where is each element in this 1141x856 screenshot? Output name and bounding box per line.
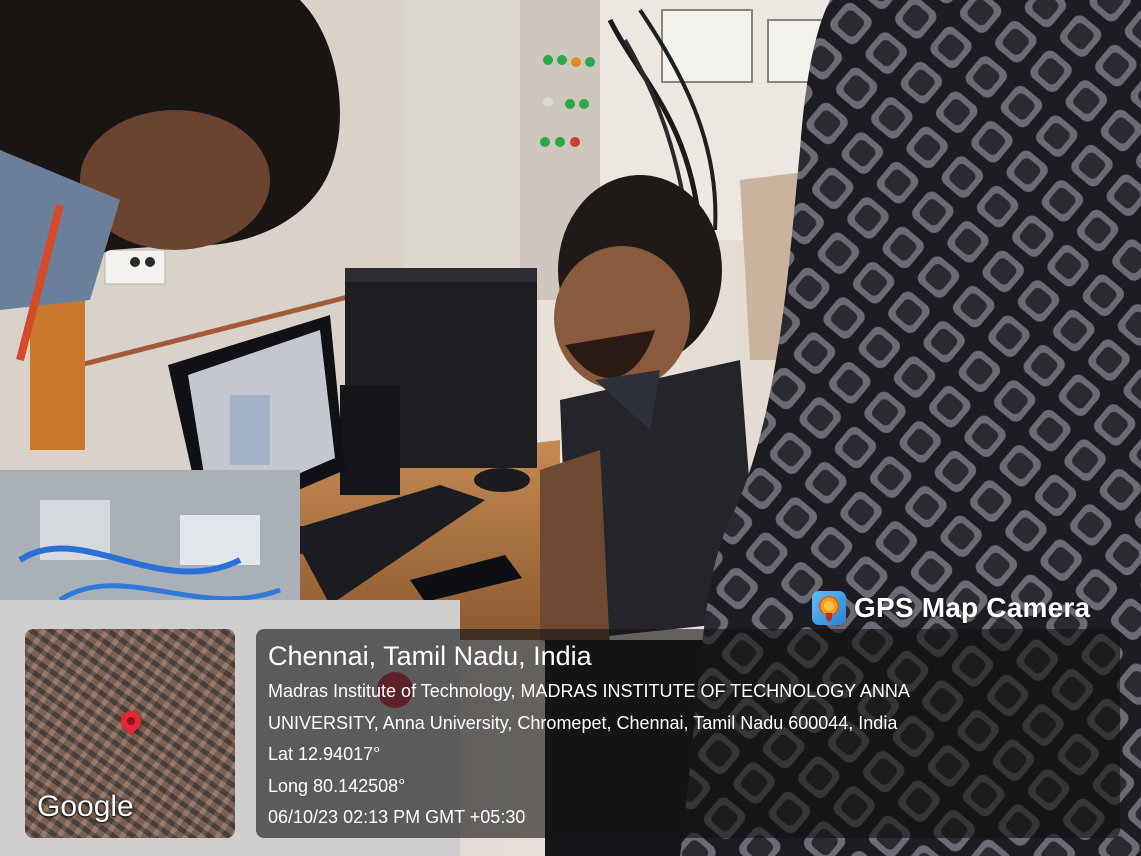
address-line-1: Madras Institute of Technology, MADRAS I… (268, 681, 910, 701)
location-info-panel: Chennai, Tamil Nadu, India Madras Instit… (256, 629, 1120, 838)
app-badge-label: GPS Map Camera (854, 592, 1091, 623)
gps-camera-logo-icon (812, 591, 846, 625)
longitude: Long 80.142508° (268, 776, 406, 796)
latitude: Lat 12.94017° (268, 744, 381, 764)
map-thumbnail: Google (25, 629, 235, 838)
address-line-2: UNIVERSITY, Anna University, Chromepet, … (268, 713, 898, 733)
timestamp: 06/10/23 02:13 PM GMT +05:30 (268, 807, 526, 827)
gps-map-camera-badge: GPS Map Camera (812, 588, 1090, 628)
map-pin-icon (116, 706, 146, 736)
location-title: Chennai, Tamil Nadu, India (268, 641, 592, 671)
map-provider-logo: Google (37, 790, 134, 823)
